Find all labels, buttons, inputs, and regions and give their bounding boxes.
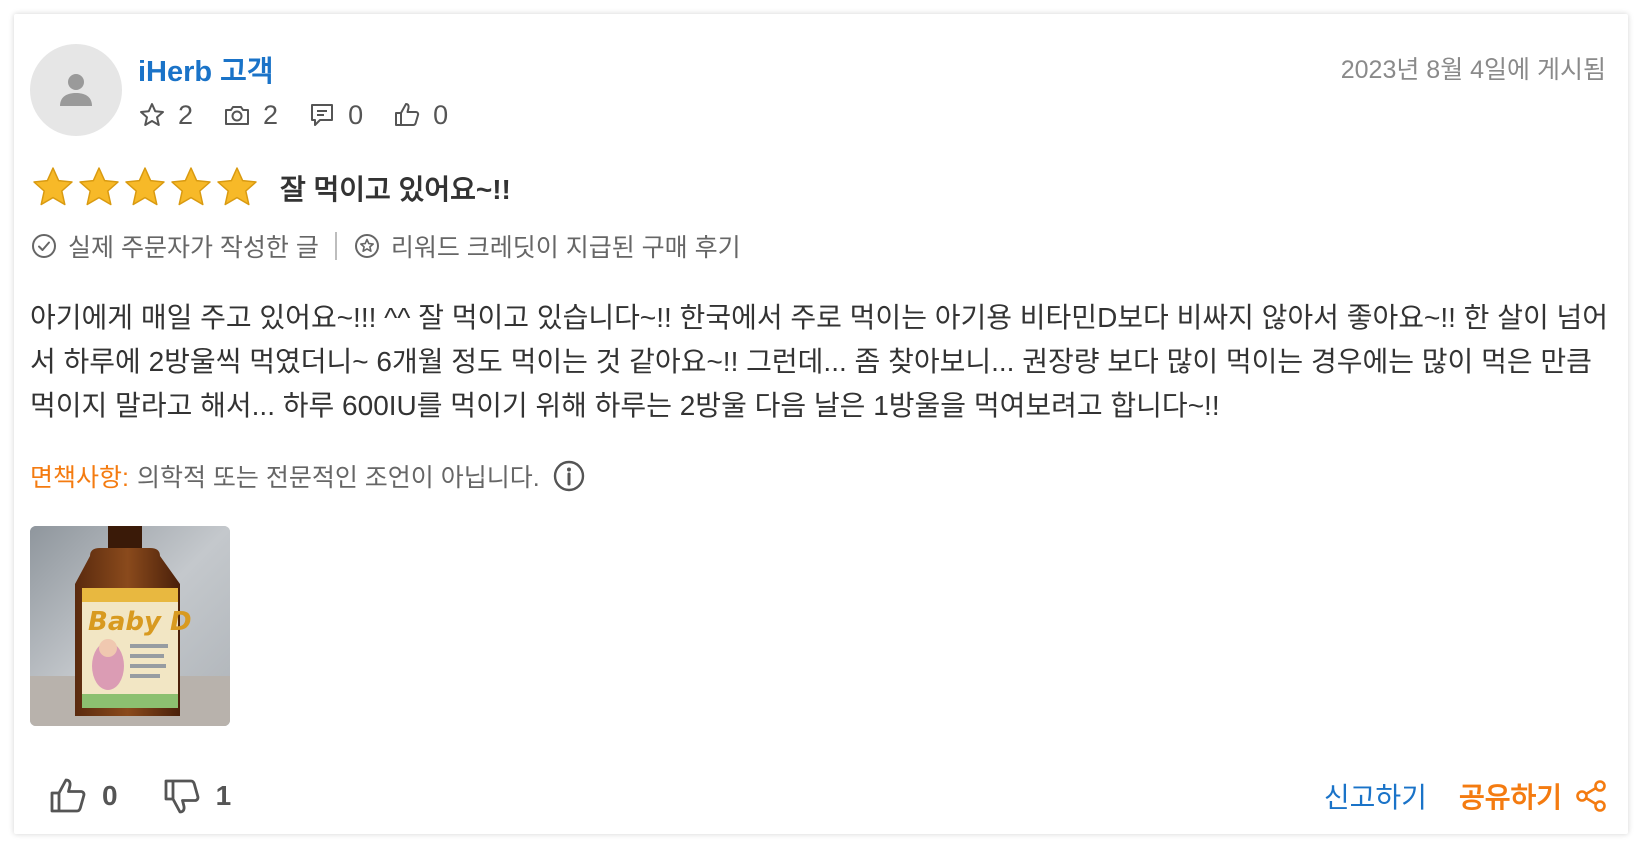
author-stats: 2 2 0 0 (138, 98, 478, 132)
rewarded-review-text: 리워드 크레딧이 지급된 구매 후기 (390, 234, 741, 262)
reward-star-icon (354, 234, 379, 258)
review-title-row: 잘 먹이고 있어요~!! (30, 164, 511, 212)
comment-icon (311, 104, 334, 126)
verified-purchase-text: 실제 주문자가 작성한 글 (68, 234, 319, 262)
review-photo-thumbnail[interactable]: Baby D (30, 526, 230, 726)
stat-photos-value: 2 (263, 99, 279, 130)
disclaimer-text: 의학적 또는 전문적인 조언이 아닙니다. (136, 464, 540, 492)
star-icon (33, 167, 73, 206)
share-button[interactable]: 공유하기 (1459, 776, 1608, 816)
avatar (30, 44, 122, 136)
review-badges: 실제 주문자가 작성한 글 리워드 크레딧이 지급된 구매 후기 (30, 226, 741, 266)
badge-divider (334, 232, 337, 260)
thumbs-up-icon (395, 103, 420, 126)
review-actions: 신고하기 공유하기 (1324, 774, 1608, 818)
star-icon (171, 167, 211, 206)
disclaimer-label: 면책사항: (30, 464, 129, 492)
star-rating (30, 165, 260, 211)
report-link[interactable]: 신고하기 (1324, 776, 1427, 816)
unhelpful-button[interactable]: 1 (162, 776, 232, 816)
verified-purchase-badge: 실제 주문자가 작성한 글 (30, 228, 319, 264)
unhelpful-count: 1 (215, 780, 232, 811)
review-title: 잘 먹이고 있어요~!! (280, 174, 511, 205)
author-name[interactable]: iHerb 고객 (138, 48, 274, 90)
camera-icon (225, 106, 250, 125)
post-date: 2023년 8월 4일에 게시됨 (1340, 56, 1606, 84)
check-circle-icon (32, 234, 56, 258)
thumbs-up-icon (50, 778, 86, 813)
star-icon (217, 167, 257, 206)
user-avatar-icon (60, 74, 92, 106)
stat-stars-value: 2 (178, 99, 194, 130)
rewarded-review-badge: 리워드 크레딧이 지급된 구매 후기 (353, 228, 741, 264)
stat-likes-value: 0 (433, 99, 449, 130)
thumbs-down-icon (164, 779, 199, 814)
disclaimer: 면책사항: 의학적 또는 전문적인 조언이 아닙니다. (30, 458, 586, 494)
share-label: 공유하기 (1458, 782, 1562, 813)
stat-photos: 2 (223, 100, 278, 131)
review-vote-bar: 0 1 (48, 774, 275, 818)
bottle-label-text: Baby D (88, 607, 192, 637)
stat-stars: 2 (138, 100, 193, 131)
stat-likes: 0 (393, 100, 448, 131)
helpful-button[interactable]: 0 (48, 776, 118, 816)
stat-comments: 0 (308, 100, 363, 131)
share-icon (1576, 780, 1606, 812)
star-icon (125, 167, 165, 206)
review-card: iHerb 고객 2023년 8월 4일에 게시됨 2 2 0 0 잘 먹이고 … (14, 14, 1628, 834)
product-bottle-image: Baby D (30, 526, 230, 726)
helpful-count: 0 (102, 780, 118, 811)
info-icon[interactable] (552, 459, 586, 493)
review-body: 아기에게 매일 주고 있어요~!!! ^^ 잘 먹이고 있습니다~!! 한국에서… (30, 302, 1609, 421)
star-outline-icon (140, 103, 164, 126)
star-icon (79, 167, 119, 206)
stat-comments-value: 0 (348, 99, 364, 130)
